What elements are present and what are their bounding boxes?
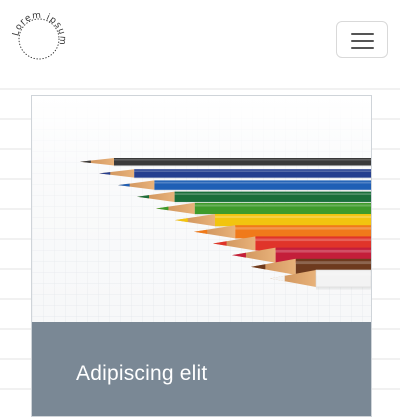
svg-text:Lorem ipsum: Lorem ipsum <box>11 11 67 46</box>
pencil <box>99 169 371 179</box>
logo-link[interactable]: Lorem ipsum <box>10 10 68 68</box>
site-header: Lorem ipsum <box>0 0 400 84</box>
colored-pencils-image <box>32 96 371 322</box>
circle-text-logo-icon: Lorem ipsum <box>11 11 67 60</box>
card-title: Adipiscing elit <box>76 362 208 385</box>
logo-text: Lorem ipsum <box>11 11 66 46</box>
card-footer: Adipiscing elit <box>32 322 371 416</box>
feature-card[interactable]: Adipiscing elit <box>31 95 372 417</box>
pencil <box>118 180 371 192</box>
pencil <box>80 158 371 167</box>
menu-toggle-button[interactable] <box>336 21 388 58</box>
card-image <box>32 96 371 322</box>
hamburger-icon <box>351 32 374 49</box>
